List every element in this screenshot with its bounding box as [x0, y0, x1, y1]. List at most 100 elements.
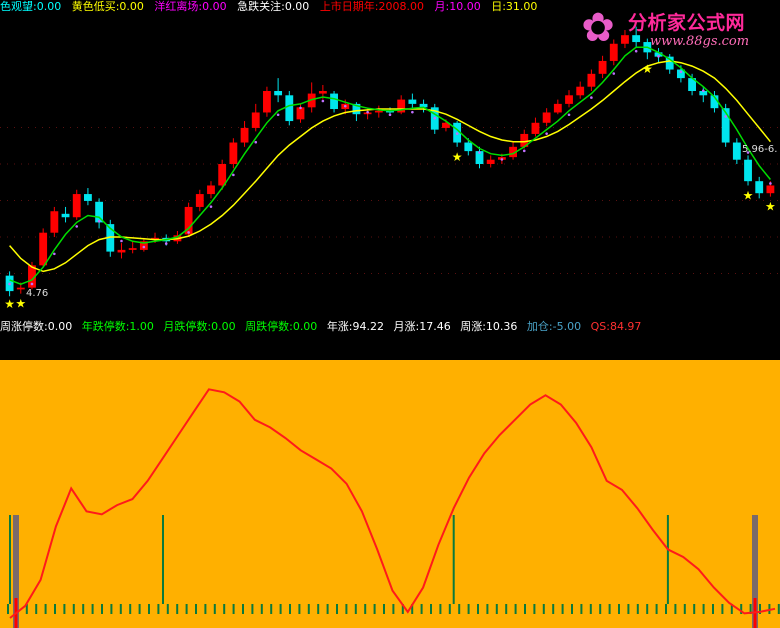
candle-body — [39, 232, 48, 266]
candle-body — [330, 93, 338, 110]
candle-body — [486, 159, 495, 164]
ma-dot — [724, 115, 727, 118]
candle-body — [263, 91, 271, 113]
stat-week-limit-up: 周涨停数:0.00 — [0, 320, 73, 333]
right-price-label: 5.96-6. — [742, 144, 778, 155]
candle-body — [128, 248, 137, 250]
signal-star: ★ — [4, 297, 15, 311]
candle-body — [218, 164, 227, 186]
candle-body — [50, 211, 59, 233]
watermark-title: 分析家公式网 — [628, 12, 746, 34]
legend-item-magenta-exit: 洋红离场:0.00 — [154, 0, 227, 13]
ma-dot — [343, 104, 347, 108]
stat-week-limit-down: 周跌停数:0.00 — [245, 320, 318, 333]
candle-body — [229, 142, 238, 164]
ma-dot — [590, 96, 593, 99]
candle-body — [744, 159, 752, 182]
candle-body — [374, 110, 383, 113]
ma-dot — [433, 116, 437, 120]
ma-dot — [187, 231, 190, 234]
candle-body — [598, 60, 607, 74]
candle-body — [72, 194, 81, 218]
ma-dot — [657, 55, 660, 58]
price-panel[interactable]: ★ ★ ★ ★ ★ ★ 色观望:0.00 黄色低买:0.00 洋红离场:0.00 急跌关注… — [0, 0, 780, 320]
ma-dot — [8, 282, 11, 286]
ma-dot — [30, 282, 34, 286]
ma-dot — [478, 151, 481, 154]
ma-dot — [276, 113, 280, 117]
stat-month-limit-down: 月跌停数:0.00 — [163, 320, 236, 333]
ma-dot — [321, 99, 325, 103]
ma-dot — [522, 149, 526, 153]
candle-body — [531, 122, 540, 134]
ma-dot — [388, 113, 392, 117]
low-price-label: 4.76 — [26, 288, 49, 299]
candle-body — [240, 127, 249, 143]
candle-body — [408, 99, 417, 104]
candle-body — [565, 95, 573, 104]
ma-dot — [701, 89, 705, 93]
candle-body — [16, 287, 25, 290]
qs-line — [9, 388, 776, 619]
watermark-logo: ✿ 分析家公式网 www.88gs.com — [572, 4, 772, 52]
legend-item-day: 日:31.00 — [491, 0, 538, 13]
ma-dot — [97, 219, 101, 223]
ma-dot — [612, 72, 616, 75]
ma-dot — [53, 252, 56, 256]
ma-dot — [567, 113, 571, 117]
watermark-url: www.88gs.com — [650, 34, 750, 49]
stat-week-gain: 周涨:10.36 — [460, 320, 518, 333]
signal-star: ★ — [15, 297, 26, 311]
candle-body — [195, 194, 204, 207]
candle-body — [61, 213, 70, 218]
stats-legend: 周涨停数:0.00 年跌停数:1.00 月跌停数:0.00 周跌停数:0.00 … — [0, 320, 647, 334]
candle-body — [587, 73, 596, 87]
ma-dot — [120, 239, 123, 243]
flower-logo-icon: ✿ — [581, 5, 615, 51]
ma-dot — [209, 205, 213, 208]
legend-item-watch: 色观望:0.00 — [0, 0, 62, 13]
candle-body — [766, 185, 775, 194]
stat-year-gain: 年涨:94.22 — [326, 320, 385, 333]
stat-year-limit-down: 年跌停数:1.00 — [81, 320, 154, 333]
candle-body — [251, 112, 260, 128]
candle-body — [274, 91, 283, 96]
ma-dot — [299, 106, 302, 110]
ma-dot — [545, 132, 548, 135]
candle-body — [576, 86, 585, 96]
candle-body — [117, 249, 126, 253]
qs-oscillator-chart[interactable] — [0, 360, 780, 628]
legend-item-yellow-buy: 黄色低买:0.00 — [71, 0, 144, 13]
legend-item-listing-year: 上市日期年:2008.00 — [319, 0, 425, 13]
candle-body — [553, 103, 562, 113]
candle-body — [732, 142, 741, 160]
ma-dot — [75, 225, 79, 228]
fast-ma-line — [9, 46, 771, 286]
oscillator-panel[interactable] — [0, 360, 780, 628]
legend-item-month: 月:10.00 — [434, 0, 481, 13]
signal-star: ★ — [452, 150, 463, 164]
ma-dot — [411, 110, 414, 114]
stat-month-gain: 月涨:17.46 — [393, 320, 451, 333]
ma-dot — [142, 245, 146, 249]
stats-bar: 周涨停数:0.00 年跌停数:1.00 月跌停数:0.00 周跌停数:0.00 … — [0, 320, 780, 360]
candle-body — [318, 91, 327, 94]
candle-body — [207, 185, 215, 195]
ma-dot — [164, 242, 168, 245]
signal-star: ★ — [765, 200, 776, 214]
indicator-legend: 色观望:0.00 黄色低买:0.00 洋红离场:0.00 急跌关注:0.00 上… — [0, 0, 544, 14]
legend-item-sharp-drop: 急跌关注:0.00 — [237, 0, 310, 13]
ma-dot — [769, 182, 772, 185]
candle-body — [542, 112, 551, 123]
ma-dot — [254, 140, 258, 144]
candle-body — [285, 95, 294, 122]
ma-dot — [455, 132, 459, 135]
stat-qs: QS:84.97 — [590, 320, 642, 333]
candle-body — [83, 194, 92, 201]
ma-dot — [500, 158, 504, 161]
candle-body — [755, 181, 764, 194]
signal-star: ★ — [642, 62, 653, 76]
ma-dot — [366, 110, 369, 114]
candle-body — [464, 142, 473, 152]
ma-dot — [679, 70, 683, 74]
